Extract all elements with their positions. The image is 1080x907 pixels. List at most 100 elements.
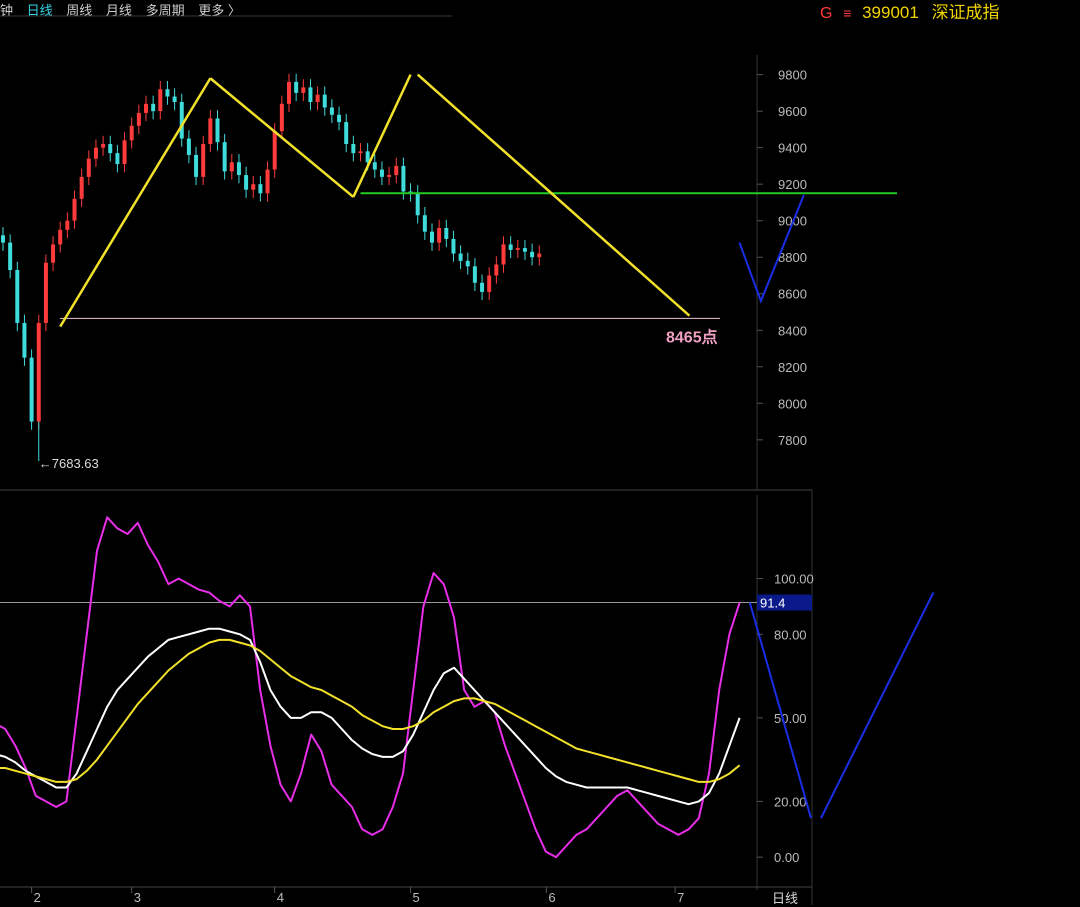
candle-body [480, 282, 485, 292]
candle-body [244, 175, 249, 190]
candle-body [65, 220, 70, 230]
candle-body [115, 153, 120, 165]
price-tick-label: 9200 [778, 177, 807, 192]
osc-series-j [0, 638, 741, 783]
candle-body [51, 244, 56, 263]
time-tick-label: 3 [134, 890, 141, 905]
candle-body [401, 165, 406, 192]
candle-body [379, 169, 384, 177]
candle-body [29, 357, 34, 422]
candle-body [494, 264, 499, 276]
price-tick-label: 9400 [778, 141, 807, 156]
candle-body [315, 94, 320, 102]
candle-body [158, 89, 163, 112]
candle-body [165, 89, 170, 97]
candle-body [258, 184, 263, 194]
candle-body [215, 118, 220, 143]
candle-body [151, 103, 156, 112]
candle-body [430, 231, 434, 243]
price-tick-label: 8000 [778, 396, 807, 411]
candle-body [72, 198, 77, 221]
candle-body [522, 248, 527, 252]
candle-body [43, 262, 48, 323]
candle-body [186, 138, 191, 155]
osc-tick-label: 0.00 [774, 850, 799, 865]
candle-body [201, 144, 206, 177]
candle-body [358, 151, 363, 154]
price-tick-label: 8400 [778, 323, 807, 338]
candle-body [93, 147, 98, 159]
osc-tick-label: 20.00 [774, 794, 807, 809]
trend-line-yellow-fall-2 [416, 73, 691, 317]
candle-body [208, 118, 213, 144]
candle-body [108, 144, 113, 154]
candle-body [472, 266, 477, 283]
chart-canvas[interactable]: 9800960094009200900088008600840082008000… [0, 0, 1080, 905]
time-tick-label: 6 [548, 890, 555, 905]
candle-body [322, 94, 327, 108]
candle-body [251, 184, 256, 190]
candle-body [422, 215, 427, 232]
candle-body [15, 270, 20, 323]
candle-body [337, 114, 342, 123]
candle-body [122, 140, 127, 165]
candle-body [294, 81, 299, 93]
osc-series-d [0, 627, 741, 806]
price-tick-label: 7800 [778, 433, 807, 448]
candle-body [530, 251, 535, 258]
candle-body [86, 158, 91, 177]
candle-body [229, 162, 234, 172]
price-tick-label: 9600 [778, 104, 807, 119]
trend-line-yellow-rise-1 [59, 77, 212, 328]
candle-body [515, 248, 520, 250]
candle-body [236, 162, 241, 176]
candle-body [458, 253, 463, 261]
candle-body [22, 322, 27, 358]
time-tick-label: 4 [277, 890, 284, 905]
candle-body [465, 260, 470, 267]
candle-body [8, 242, 13, 270]
osc-tick-label: 100.00 [774, 572, 814, 587]
osc-tick-label: 80.00 [774, 627, 807, 642]
price-tick-label: 8200 [778, 360, 807, 375]
candle-body [415, 193, 420, 216]
candle-body [451, 238, 456, 254]
candle-body [501, 244, 506, 265]
candle-body [437, 228, 442, 243]
price-tick-label: 8800 [778, 250, 807, 265]
price-tick-label: 8600 [778, 287, 807, 302]
candle-body [537, 253, 542, 258]
candle-body [58, 229, 63, 245]
candle-body [508, 244, 513, 250]
support-level-label: 8465点 [666, 327, 718, 346]
candle-body [344, 122, 349, 144]
candle-body [308, 87, 313, 102]
candle-body [351, 144, 356, 154]
candle-body [329, 107, 334, 115]
min-annotation-label: ←7683.63 [39, 456, 99, 471]
price-tick-label: 9800 [778, 68, 807, 83]
candle-body [79, 176, 84, 199]
time-tick-label: 5 [413, 890, 420, 905]
candle-body [172, 96, 177, 102]
candle-body [36, 322, 41, 422]
period-label-bottom[interactable]: 日线 [772, 888, 798, 907]
current-value-label: 91.4 [760, 596, 785, 611]
candle-body [179, 102, 184, 139]
osc-projection-up [820, 592, 935, 819]
candle-body [301, 87, 306, 93]
candle-body [144, 103, 148, 113]
price-projection-line [738, 194, 805, 304]
osc-tick-label: 50.00 [774, 711, 807, 726]
candle-body [194, 154, 199, 177]
candle-body [287, 81, 291, 104]
candle-body [444, 228, 449, 239]
candle-body [279, 103, 284, 132]
candle-body [1, 235, 5, 243]
candle-body [272, 131, 277, 170]
candle-body [487, 275, 492, 292]
candle-body [101, 144, 106, 148]
candle-body [129, 125, 134, 141]
candle-body [222, 142, 227, 172]
candle-body [387, 175, 392, 177]
